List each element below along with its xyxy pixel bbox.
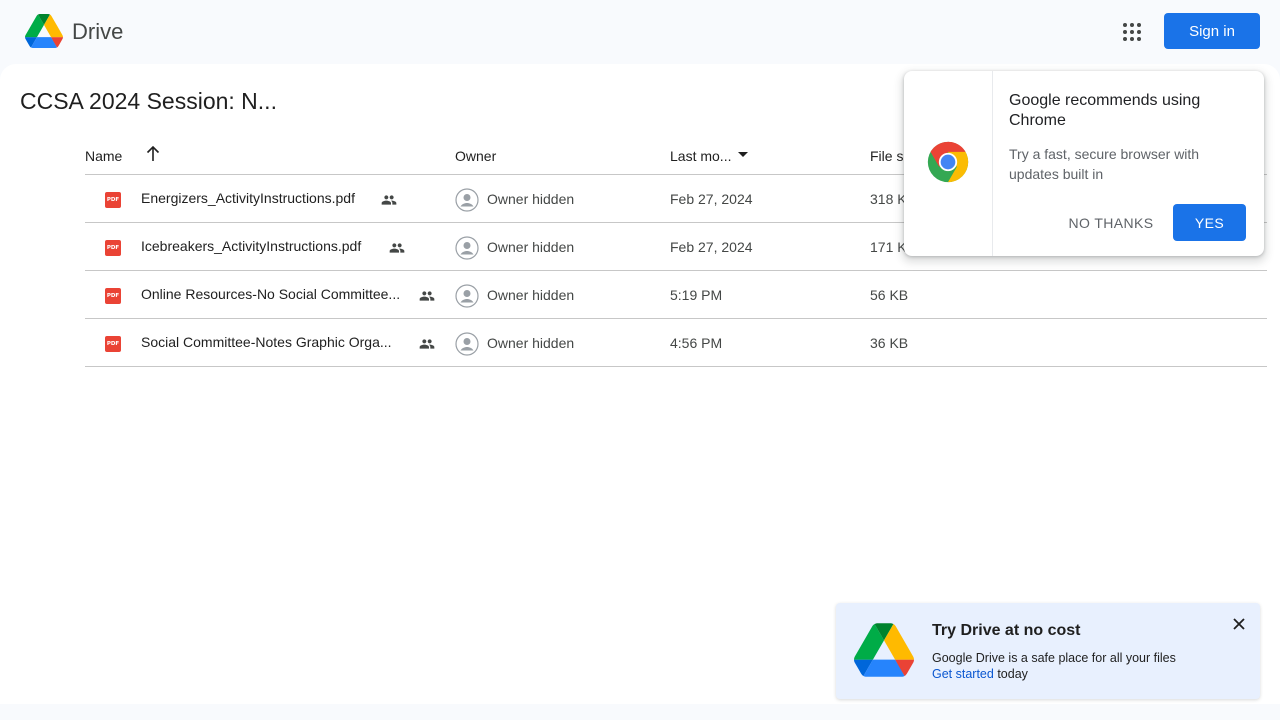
close-icon[interactable]: [1230, 615, 1248, 633]
pdf-file-icon: PDF: [105, 288, 121, 304]
file-size: 56 KB: [870, 287, 909, 303]
last-modified: Feb 27, 2024: [670, 239, 753, 255]
column-header-owner: Owner: [455, 148, 497, 164]
chrome-promo-body: Try a fast, secure browser with updates …: [1009, 146, 1200, 182]
owner-name: Owner hidden: [487, 191, 575, 207]
try-drive-description: Google Drive is a safe place for all you…: [932, 651, 1176, 665]
try-drive-body: Google Drive is a safe place for all you…: [932, 650, 1176, 682]
account-circle-icon: [455, 284, 479, 308]
try-drive-title: Try Drive at no cost: [932, 622, 1081, 639]
sort-descending-icon[interactable]: [738, 152, 748, 157]
column-header-last-modified[interactable]: Last mo...: [670, 146, 731, 166]
no-thanks-button[interactable]: NO THANKS: [1062, 205, 1160, 241]
account-circle-icon: [455, 188, 479, 212]
account-circle-icon: [455, 236, 479, 260]
pdf-file-icon: PDF: [105, 240, 121, 256]
owner-name: Owner hidden: [487, 335, 575, 351]
try-drive-suffix: today: [993, 667, 1028, 681]
owner-name: Owner hidden: [487, 239, 575, 255]
people-icon: [381, 195, 397, 205]
last-modified: Feb 27, 2024: [670, 191, 753, 207]
file-name: Social Committee-Notes Graphic Orga...: [141, 334, 392, 350]
last-modified: 4:56 PM: [670, 335, 723, 351]
apps-grid-icon: [1123, 23, 1141, 41]
top-header: Drive Sign in: [0, 0, 1280, 64]
chrome-logo: [927, 141, 969, 183]
sign-in-button[interactable]: Sign in: [1164, 13, 1260, 49]
file-name: Energizers_ActivityInstructions.pdf: [141, 190, 355, 206]
try-drive-banner: Try Drive at no cost Google Drive is a s…: [836, 603, 1260, 699]
file-name: Online Resources-No Social Committee...: [141, 286, 401, 302]
arrow-up-icon[interactable]: [146, 146, 160, 162]
file-row[interactable]: PDF Online Resources-No Social Committee…: [85, 270, 1267, 318]
people-icon: [419, 291, 435, 301]
file-row[interactable]: PDF Social Committee-Notes Graphic Orga.…: [85, 318, 1267, 367]
people-icon: [389, 243, 405, 253]
pdf-file-icon: PDF: [105, 336, 121, 352]
file-size: 36 KB: [870, 335, 909, 351]
pdf-file-icon: PDF: [105, 192, 121, 208]
brand-name: Drive: [72, 19, 124, 44]
owner-name: Owner hidden: [487, 287, 575, 303]
people-icon: [419, 339, 435, 349]
file-name: Icebreakers_ActivityInstructions.pdf: [141, 238, 362, 254]
yes-button[interactable]: YES: [1173, 204, 1246, 241]
google-drive-logo[interactable]: [25, 14, 63, 48]
folder-title: CCSA 2024 Session: N...: [20, 88, 277, 114]
google-drive-logo: [854, 623, 914, 677]
chrome-promo-title: Google recommends using Chrome: [1009, 92, 1201, 129]
column-header-file-size[interactable]: File s: [870, 146, 903, 166]
last-modified: 5:19 PM: [670, 287, 723, 303]
get-started-link[interactable]: Get started: [932, 667, 994, 681]
account-circle-icon: [455, 332, 479, 356]
chrome-promo-icon-panel: [904, 71, 993, 256]
chrome-promo-dialog: Google recommends using Chrome Try a fas…: [904, 71, 1264, 256]
column-header-name[interactable]: Name: [85, 146, 122, 166]
apps-grid-button[interactable]: [1116, 16, 1148, 48]
